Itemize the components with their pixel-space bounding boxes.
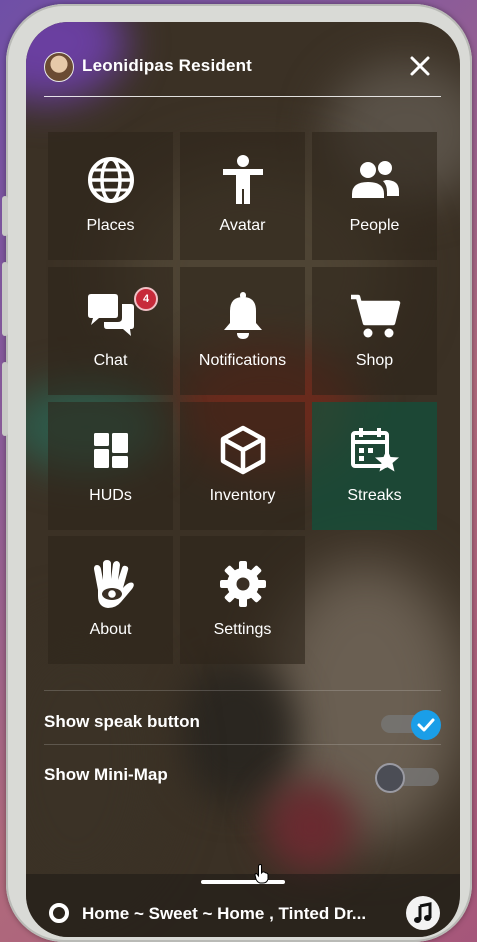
tile-notifications[interactable]: Notifications	[180, 267, 305, 395]
tile-about[interactable]: About	[48, 536, 173, 664]
tile-label: Streaks	[347, 487, 402, 504]
speak-button-toggle[interactable]	[381, 710, 441, 740]
hand-eye-icon	[93, 560, 134, 608]
people-icon	[351, 161, 399, 198]
tile-shop[interactable]: Shop	[312, 267, 437, 395]
toggle-knob	[411, 710, 441, 740]
gear-icon	[219, 561, 266, 607]
grid-icon	[93, 433, 128, 468]
location-bar[interactable]: Home ~ Sweet ~ Home , Tinted Dr...	[26, 874, 460, 937]
music-button[interactable]	[406, 896, 440, 930]
tile-chat[interactable]: 4 Chat	[48, 267, 173, 395]
hand-cursor-icon	[254, 864, 269, 884]
cart-icon	[350, 294, 400, 338]
tile-streaks[interactable]: Streaks	[312, 402, 437, 530]
profile-header: Leonidipas Resident	[44, 52, 440, 94]
setting-show-mini-map: Show Mini-Map	[44, 755, 441, 795]
tile-inventory[interactable]: Inventory	[180, 402, 305, 530]
tile-label: Inventory	[209, 487, 276, 504]
avatar[interactable]	[44, 52, 74, 82]
calendar-star-icon	[350, 428, 399, 472]
globe-icon	[87, 157, 134, 203]
tile-label: People	[349, 217, 400, 234]
setting-label: Show speak button	[44, 712, 200, 731]
chat-icon	[87, 294, 134, 336]
person-icon	[222, 155, 263, 204]
volume-up-button	[2, 262, 8, 336]
tile-label: Places	[86, 217, 135, 234]
setting-label: Show Mini-Map	[44, 765, 168, 784]
toggle-knob	[375, 763, 405, 793]
settings-divider-middle	[44, 744, 441, 745]
location-pin-icon	[49, 903, 69, 923]
tile-label: Settings	[213, 621, 272, 638]
close-icon	[410, 56, 430, 76]
home-indicator	[201, 880, 285, 884]
settings-divider-top	[44, 690, 441, 691]
checkmark-icon	[417, 718, 435, 732]
tile-huds[interactable]: HUDs	[48, 402, 173, 530]
music-note-icon	[414, 902, 432, 923]
tile-settings[interactable]: Settings	[180, 536, 305, 664]
bell-icon	[223, 292, 262, 339]
close-button[interactable]	[408, 54, 432, 78]
tile-label: Shop	[355, 352, 394, 369]
box-icon	[220, 425, 265, 475]
tile-avatar[interactable]: Avatar	[180, 132, 305, 260]
username: Leonidipas Resident	[82, 56, 253, 75]
header-divider	[44, 96, 441, 97]
tile-label: Avatar	[219, 217, 266, 234]
side-button	[2, 196, 8, 236]
tile-label: Notifications	[198, 352, 287, 369]
tile-label: HUDs	[89, 487, 132, 504]
app-screen: Leonidipas Resident Places Avatar People…	[26, 22, 460, 937]
volume-down-button	[2, 362, 8, 436]
location-name: Home ~ Sweet ~ Home , Tinted Dr...	[82, 904, 367, 923]
tile-places[interactable]: Places	[48, 132, 173, 260]
tile-label: Chat	[93, 352, 128, 369]
tile-people[interactable]: People	[312, 132, 437, 260]
chat-badge: 4	[134, 287, 158, 311]
setting-show-speak-button: Show speak button	[44, 702, 441, 742]
tile-label: About	[89, 621, 132, 638]
mini-map-toggle[interactable]	[375, 763, 439, 793]
